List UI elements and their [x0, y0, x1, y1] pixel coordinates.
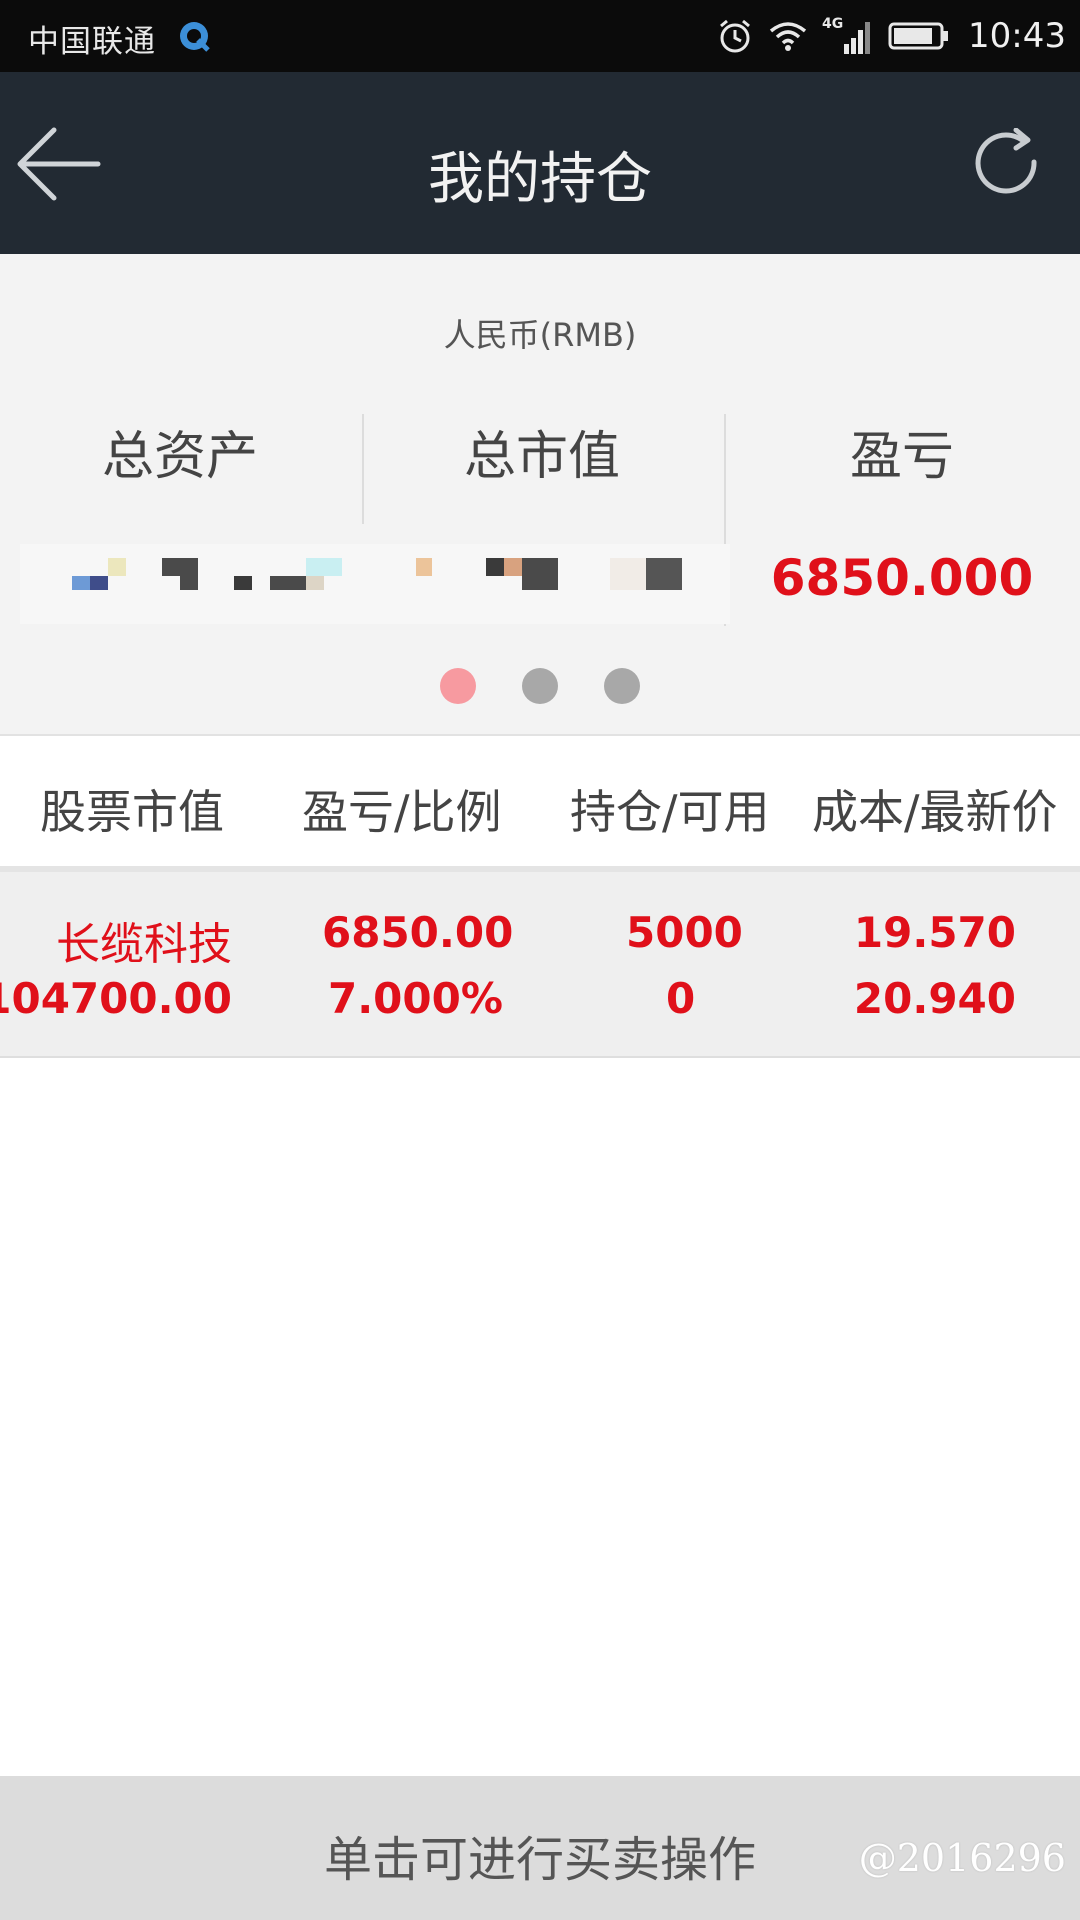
- stock-cost: 19.570: [853, 908, 1016, 957]
- asset-summary[interactable]: 人民币(RMB) 总资产 总市值 盈亏 6850.000: [0, 254, 1080, 736]
- page-indicator: [0, 668, 1080, 704]
- signal-icon: 4G: [822, 16, 874, 56]
- refresh-icon[interactable]: [970, 128, 1046, 204]
- status-bar: 中国联通 4G 10:43: [0, 0, 1080, 72]
- stock-latest-price: 20.940: [853, 974, 1016, 1023]
- total-assets-card: 总资产: [0, 414, 360, 489]
- profit-loss-value: 6850.000: [770, 549, 1034, 607]
- carrier-name: 中国联通: [28, 24, 156, 60]
- stock-name: 长缆科技: [56, 919, 232, 970]
- app-notification-icon: [180, 22, 210, 52]
- profit-loss-label: 盈亏: [849, 427, 954, 487]
- page-dot-3: [604, 668, 640, 704]
- page-title: 我的持仓: [428, 147, 652, 212]
- clock: 10:43: [968, 16, 1066, 56]
- page-dot-1: [440, 668, 476, 704]
- total-market-value-label: 总市值: [463, 427, 620, 487]
- total-assets-label: 总资产: [101, 427, 258, 487]
- stock-profit-ratio: 7.000%: [328, 974, 503, 1023]
- column-holding-available: 持仓/可用: [570, 785, 770, 839]
- watermark: @2016296: [858, 1836, 1066, 1880]
- obscured-values: [20, 544, 730, 624]
- table-row[interactable]: 长缆科技 104700.00 6850.00 7.000% 5000 0 19.…: [0, 872, 1080, 1058]
- status-icons: 4G 10:43: [702, 12, 1066, 60]
- profit-loss-card: 盈亏 6850.000: [722, 414, 1080, 607]
- stock-profit: 6850.00: [322, 908, 514, 957]
- total-market-value-card: 总市值: [362, 414, 722, 489]
- battery-icon: [888, 22, 949, 50]
- app-header: 我的持仓: [0, 72, 1080, 254]
- page-dot-2: [522, 668, 558, 704]
- stock-holding: 5000: [626, 908, 743, 957]
- holdings-table-header: 股票市值 盈亏/比例 持仓/可用 成本/最新价: [0, 736, 1080, 872]
- column-profit-ratio: 盈亏/比例: [302, 785, 502, 839]
- alarm-icon: [720, 19, 750, 53]
- currency-label: 人民币(RMB): [443, 316, 637, 354]
- stock-available: 0: [666, 974, 696, 1023]
- column-market-value: 股票市值: [40, 785, 224, 839]
- column-cost-latest: 成本/最新价: [812, 785, 1058, 839]
- trade-hint-bar[interactable]: 单击可进行买卖操作 @2016296: [0, 1776, 1080, 1920]
- wifi-icon: [769, 22, 807, 51]
- stock-market-value: 104700.00: [0, 974, 232, 1023]
